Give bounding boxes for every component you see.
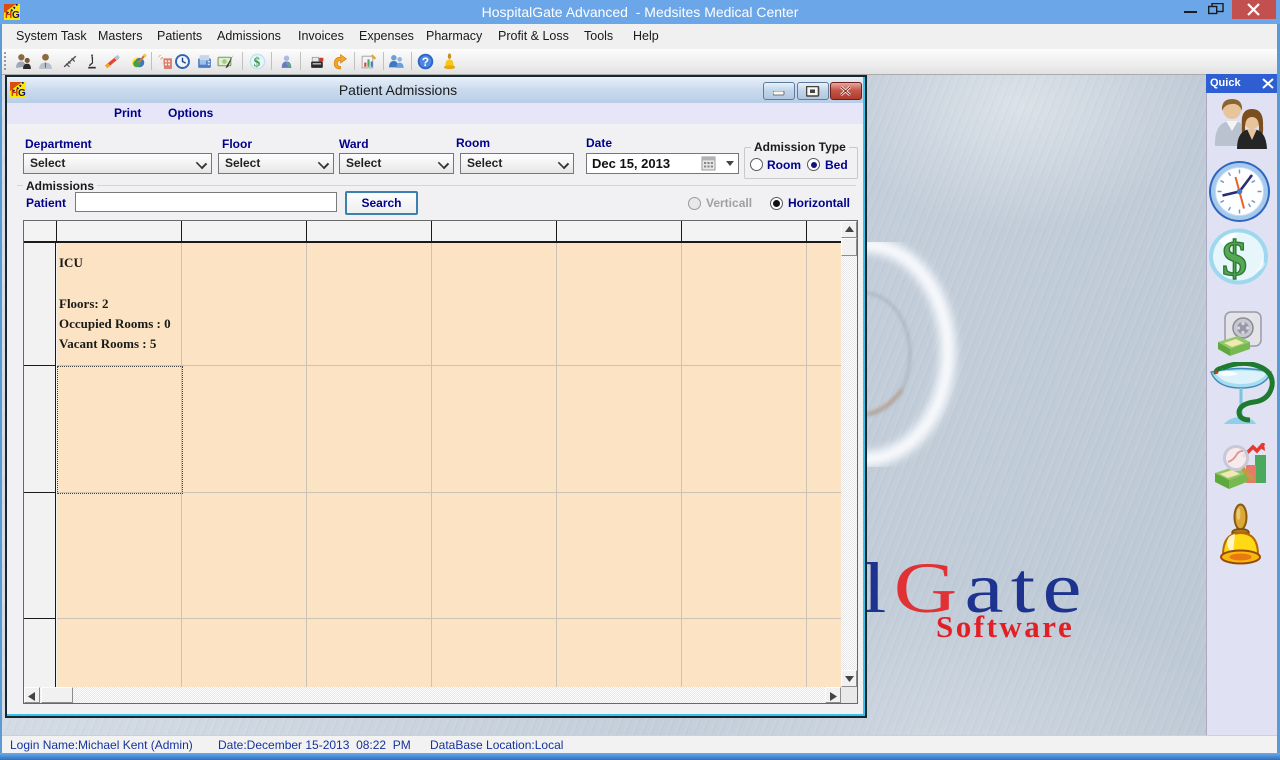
svg-text:$: $ [254, 54, 261, 69]
svg-text:$: $ [1222, 230, 1247, 285]
svg-text:?: ? [422, 56, 429, 69]
